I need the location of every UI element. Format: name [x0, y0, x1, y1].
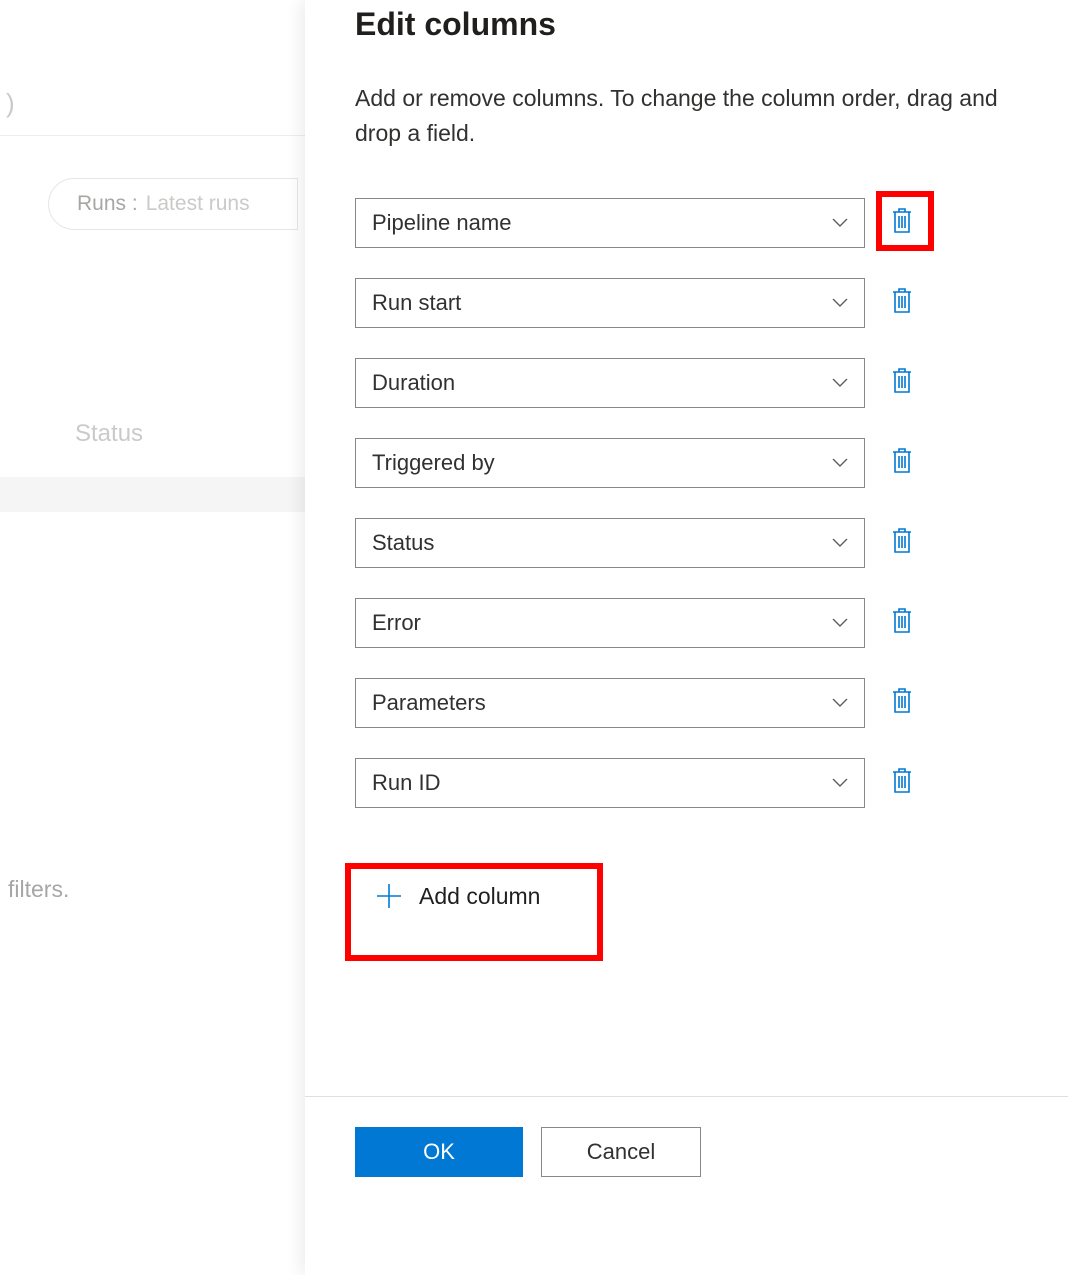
column-row: Status — [355, 518, 1018, 568]
chevron-down-icon — [830, 373, 850, 393]
trash-icon — [890, 606, 914, 640]
background-overlay: ) Runs : Latest runs Status filters. — [0, 0, 305, 1275]
column-dropdown[interactable]: Run start — [355, 278, 865, 328]
column-dropdown-label: Duration — [372, 370, 455, 396]
column-row: Run ID — [355, 758, 1018, 808]
trash-icon — [890, 766, 914, 800]
column-row: Duration — [355, 358, 1018, 408]
delete-column-button[interactable] — [887, 766, 917, 800]
trash-icon — [890, 286, 914, 320]
columns-list: Pipeline name Run start Duration Triggered … — [355, 198, 1018, 808]
chevron-down-icon — [830, 773, 850, 793]
column-row: Parameters — [355, 678, 1018, 728]
chevron-down-icon — [830, 613, 850, 633]
column-dropdown[interactable]: Triggered by — [355, 438, 865, 488]
delete-column-button[interactable] — [887, 686, 917, 720]
delete-column-button[interactable] — [887, 286, 917, 320]
add-column-button[interactable]: Add column — [355, 864, 560, 928]
column-dropdown-label: Run ID — [372, 770, 440, 796]
cancel-button[interactable]: Cancel — [541, 1127, 701, 1177]
status-column-header: Status — [75, 420, 143, 448]
trash-icon — [890, 686, 914, 720]
trash-icon — [890, 446, 914, 480]
column-dropdown-label: Status — [372, 530, 434, 556]
delete-column-button[interactable] — [887, 606, 917, 640]
row-highlight — [0, 477, 305, 512]
column-dropdown[interactable]: Pipeline name — [355, 198, 865, 248]
ok-button[interactable]: OK — [355, 1127, 523, 1177]
column-row: Triggered by — [355, 438, 1018, 488]
column-row: Pipeline name — [355, 198, 1018, 248]
column-dropdown-label: Run start — [372, 290, 461, 316]
chevron-down-icon — [830, 293, 850, 313]
trash-icon — [890, 366, 914, 400]
panel-title: Edit columns — [355, 6, 1018, 43]
column-dropdown-label: Error — [372, 610, 421, 636]
runs-filter-pill[interactable]: Runs : Latest runs — [48, 178, 298, 230]
column-dropdown[interactable]: Error — [355, 598, 865, 648]
column-dropdown[interactable]: Duration — [355, 358, 865, 408]
delete-column-button[interactable] — [887, 366, 917, 400]
edit-columns-panel: Edit columns Add or remove columns. To c… — [305, 0, 1068, 1275]
delete-column-button[interactable] — [887, 206, 917, 240]
add-column-label: Add column — [419, 883, 540, 910]
plus-icon — [375, 882, 403, 910]
runs-filter-label: Runs : — [77, 192, 138, 216]
trash-icon — [890, 206, 914, 240]
trash-icon — [890, 526, 914, 560]
filters-text: filters. — [8, 876, 69, 903]
column-dropdown-label: Pipeline name — [372, 210, 511, 236]
chevron-down-icon — [830, 533, 850, 553]
column-row: Run start — [355, 278, 1018, 328]
column-dropdown[interactable]: Status — [355, 518, 865, 568]
column-dropdown-label: Parameters — [372, 690, 486, 716]
column-dropdown-label: Triggered by — [372, 450, 495, 476]
chevron-down-icon — [830, 213, 850, 233]
divider — [0, 135, 305, 136]
paren-text: ) — [6, 88, 15, 119]
panel-footer: OK Cancel — [305, 1096, 1068, 1207]
chevron-down-icon — [830, 693, 850, 713]
runs-filter-value: Latest runs — [146, 192, 250, 216]
column-row: Error — [355, 598, 1018, 648]
column-dropdown[interactable]: Run ID — [355, 758, 865, 808]
delete-column-button[interactable] — [887, 446, 917, 480]
column-dropdown[interactable]: Parameters — [355, 678, 865, 728]
panel-description: Add or remove columns. To change the col… — [355, 81, 1018, 150]
chevron-down-icon — [830, 453, 850, 473]
delete-column-button[interactable] — [887, 526, 917, 560]
